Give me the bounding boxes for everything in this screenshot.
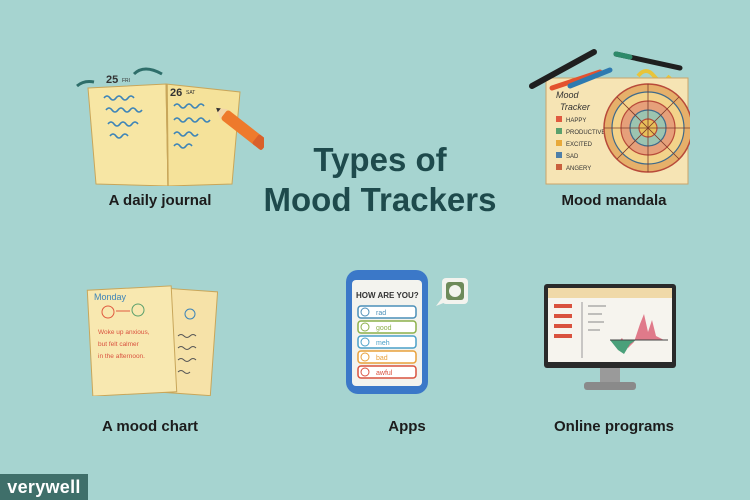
mood-option-label: bad [376, 355, 388, 362]
mandala-heading-1: Mood [556, 90, 580, 100]
legend-label: EXCITED [566, 142, 593, 148]
legend-label: HAPPY [566, 118, 586, 124]
brand-logo: verywell [0, 474, 88, 500]
legend-swatch [556, 152, 562, 158]
legend-label: PRODUCTIVE [566, 130, 605, 136]
mood-chart-note-1: Woke up anxious, [98, 329, 150, 336]
mood-option-label: rad [376, 310, 386, 317]
label-mood-mandala: Mood mandala [561, 192, 667, 209]
page-title: Types of Mood Trackers [235, 140, 525, 220]
legend-swatch [556, 164, 562, 170]
title-line-1: Types of [313, 141, 447, 178]
legend-label: ANGERY [566, 166, 591, 172]
journal-dow-right: SAT [186, 90, 195, 96]
mood-option-label: good [376, 325, 392, 332]
legend-swatch [556, 128, 562, 134]
infographic: Types of Mood Trackers 25 FRI 26 SAT A d… [0, 0, 750, 500]
mood-chart-note-2: but felt calmer [98, 341, 140, 348]
label-apps: Apps [388, 418, 426, 435]
legend-swatch [556, 116, 562, 122]
journal-dow-left: FRI [122, 78, 130, 84]
online-programs-illustration [544, 284, 676, 390]
journal-day-left: 25 [106, 74, 118, 86]
mood-option[interactable] [357, 305, 417, 319]
journal-illustration: 25 FRI 26 SAT [76, 67, 264, 186]
legend-label: SAD [566, 154, 579, 160]
legend-swatch [556, 140, 562, 146]
app-mood-options: rad good meh bad awful [357, 305, 417, 379]
journal-day-right: 26 [170, 87, 182, 99]
title-line-2: Mood Trackers [263, 181, 497, 218]
mood-option-label: meh [376, 340, 390, 347]
mood-chart-note-3: in the afternoon. [98, 353, 145, 360]
mandala-heading-2: Tracker [560, 102, 591, 112]
label-online-programs: Online programs [553, 418, 675, 435]
label-mood-chart: A mood chart [101, 418, 199, 435]
mood-chart-day: Monday [94, 292, 127, 302]
mandala-illustration: Mood Tracker HAPPY PRODUCTIVE EXCITED SAD AN… [529, 49, 690, 185]
label-daily-journal: A daily journal [108, 192, 212, 209]
apps-illustration: HOW ARE YOU? rad good meh bad awful [346, 270, 468, 394]
mood-chart-illustration: Monday Woke up anxious, but felt calmer … [86, 285, 218, 396]
app-question: HOW ARE YOU? [356, 291, 419, 300]
mood-option-label: awful [376, 370, 393, 377]
